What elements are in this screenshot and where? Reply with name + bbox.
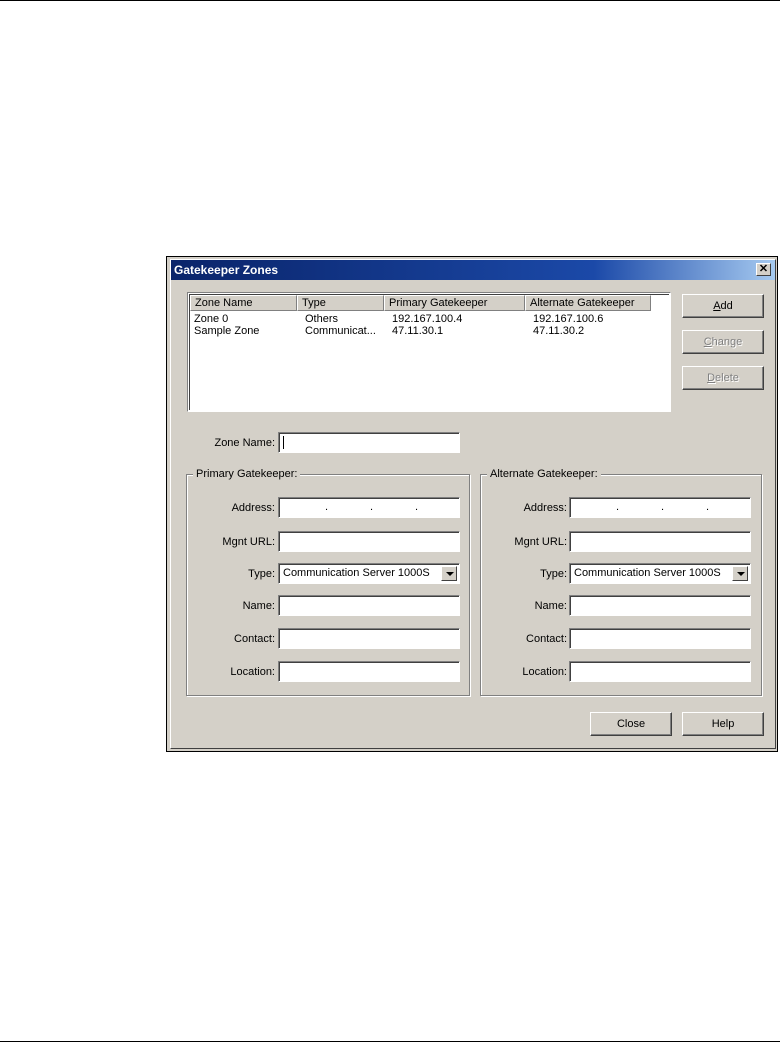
- alternate-address-ip-field[interactable]: . . .: [569, 497, 751, 518]
- primary-location-input[interactable]: [278, 661, 460, 682]
- primary-gatekeeper-cell: 47.11.30.1: [392, 325, 444, 337]
- zone-list[interactable]: Zone Name Type Primary Gatekeeper Altern…: [187, 292, 671, 412]
- ip-separator: .: [616, 501, 620, 513]
- alternate-name-label: Name:: [534, 600, 567, 612]
- alternate-contact-label: Contact:: [526, 633, 567, 645]
- column-header-primary-gatekeeper[interactable]: Primary Gatekeeper: [384, 295, 525, 311]
- title-bar[interactable]: Gatekeeper Zones ✕: [171, 260, 775, 280]
- text-caret: [283, 436, 284, 449]
- alternate-mgnt-url-input[interactable]: [569, 531, 751, 552]
- alternate-type-label: Type:: [540, 568, 567, 580]
- primary-name-label: Name:: [242, 600, 275, 612]
- primary-address-label: Address:: [231, 502, 275, 514]
- alternate-type-select[interactable]: Communication Server 1000S: [569, 563, 751, 584]
- close-icon[interactable]: ✕: [756, 263, 771, 276]
- alternate-contact-input[interactable]: [569, 628, 751, 649]
- ip-separator: .: [661, 501, 665, 513]
- ip-separator: .: [325, 501, 329, 513]
- primary-mgnt-url-input[interactable]: [278, 531, 460, 552]
- change-button[interactable]: Change: [682, 330, 764, 354]
- alternate-type-value: Communication Server 1000S: [574, 567, 721, 579]
- zone-name-cell: Sample Zone: [194, 325, 260, 337]
- alternate-address-label: Address:: [523, 502, 567, 514]
- primary-type-select[interactable]: Communication Server 1000S: [278, 563, 460, 584]
- alternate-location-input[interactable]: [569, 661, 751, 682]
- column-header-zone-name[interactable]: Zone Name: [190, 295, 297, 311]
- list-item[interactable]: Sample Zone Communicat... 47.11.30.1 47.…: [190, 325, 669, 338]
- primary-contact-input[interactable]: [278, 628, 460, 649]
- chevron-down-icon[interactable]: [732, 566, 748, 581]
- help-button[interactable]: Help: [682, 712, 764, 736]
- dialog-title: Gatekeeper Zones: [174, 263, 279, 277]
- primary-type-value: Communication Server 1000S: [283, 567, 430, 579]
- alternate-gatekeeper-legend: Alternate Gatekeeper:: [487, 467, 601, 481]
- alternate-location-label: Location:: [522, 666, 567, 678]
- primary-contact-label: Contact:: [234, 633, 275, 645]
- primary-address-ip-field[interactable]: . . .: [278, 497, 460, 518]
- alternate-name-input[interactable]: [569, 595, 751, 616]
- primary-gatekeeper-legend: Primary Gatekeeper:: [193, 467, 301, 481]
- alternate-gatekeeper-cell: 47.11.30.2: [533, 325, 585, 337]
- zone-name-label: Zone Name:: [214, 437, 275, 449]
- primary-mgnt-url-label: Mgnt URL:: [222, 536, 275, 548]
- chevron-down-icon[interactable]: [441, 566, 457, 581]
- zone-list-header: Zone Name Type Primary Gatekeeper Altern…: [190, 295, 669, 311]
- add-button[interactable]: Add: [682, 294, 764, 318]
- gatekeeper-zones-dialog: Gatekeeper Zones ✕ Zone Name Type Primar…: [170, 259, 776, 749]
- column-header-alternate-gatekeeper[interactable]: Alternate Gatekeeper: [525, 295, 651, 311]
- close-button[interactable]: Close: [590, 712, 672, 736]
- page-top-rule: [0, 0, 780, 1]
- delete-button[interactable]: Delete: [682, 366, 764, 390]
- primary-location-label: Location:: [230, 666, 275, 678]
- zone-type-cell: Communicat...: [305, 325, 376, 337]
- column-header-type[interactable]: Type: [297, 295, 384, 311]
- zone-name-input[interactable]: [278, 432, 460, 453]
- alternate-mgnt-url-label: Mgnt URL:: [514, 536, 567, 548]
- primary-type-label: Type:: [248, 568, 275, 580]
- ip-separator: .: [370, 501, 374, 513]
- ip-separator: .: [415, 501, 419, 513]
- primary-name-input[interactable]: [278, 595, 460, 616]
- ip-separator: .: [706, 501, 710, 513]
